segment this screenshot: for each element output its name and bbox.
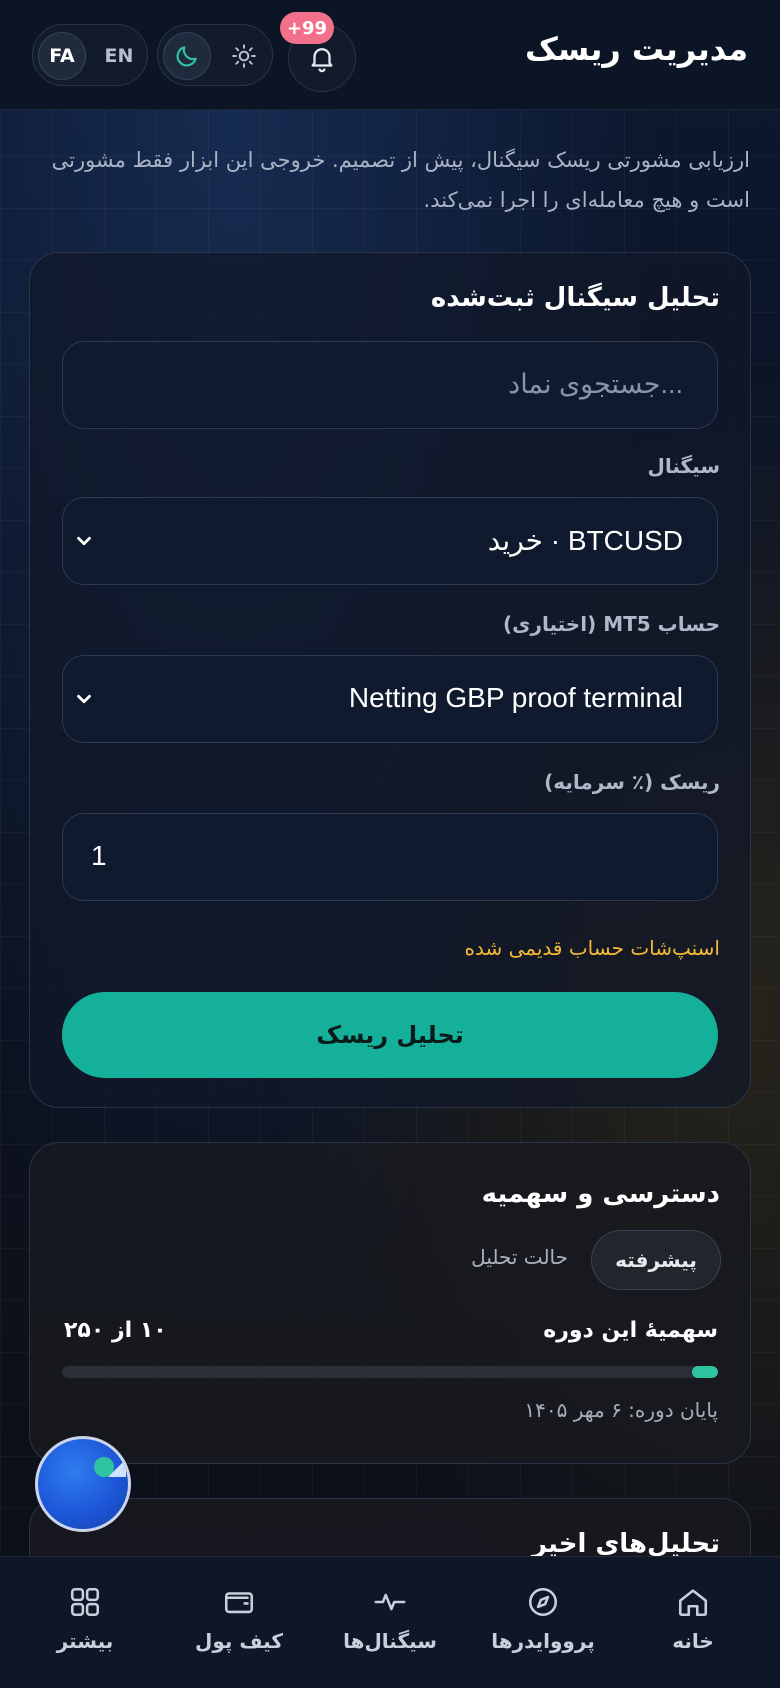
notification-badge: +99 bbox=[280, 12, 334, 44]
nav-home-label: خانه bbox=[672, 1629, 714, 1653]
quota-card-title: دسترسی و سهمیه bbox=[481, 1179, 720, 1209]
signal-select[interactable]: BTCUSD · خرید bbox=[62, 497, 718, 585]
bell-icon bbox=[311, 48, 333, 73]
signal-analysis-card: تحلیل سیگنال ثبت‌شده ...جستجوی نماد BTCU… bbox=[29, 252, 751, 1108]
page-title: مدیریت ریسک bbox=[524, 30, 748, 68]
quota-progress-bar bbox=[62, 1366, 718, 1378]
quota-period-title: سهمیهٔ این دوره bbox=[543, 1318, 718, 1343]
analysis-mode-label: حالت تحلیل bbox=[471, 1245, 568, 1269]
analysis-mode-chip[interactable]: پیشرفته bbox=[591, 1230, 721, 1290]
nav-home[interactable]: خانه bbox=[628, 1585, 758, 1665]
analyze-risk-button[interactable]: تحلیل ریسک bbox=[62, 992, 718, 1078]
nav-providers-label: پرووایدرها bbox=[491, 1629, 595, 1653]
signal-label: سیگنال bbox=[647, 454, 721, 478]
bottom-navigation: خانه پرووایدرها سیگنال‌ها کیف پول بیشتر bbox=[0, 1556, 780, 1688]
wallet-icon bbox=[224, 1592, 254, 1614]
app-header: مدیریت ریسک FA EN +99 bbox=[0, 0, 780, 110]
risk-percent-input[interactable]: 1 bbox=[62, 813, 718, 901]
home-icon bbox=[678, 1589, 708, 1617]
compass-icon bbox=[528, 1587, 558, 1617]
nav-signals[interactable]: سیگنال‌ها bbox=[325, 1585, 455, 1665]
pulse-icon bbox=[374, 1593, 406, 1611]
sun-icon bbox=[232, 44, 256, 68]
risk-input-value: 1 bbox=[91, 840, 107, 871]
language-switcher: FA EN bbox=[32, 24, 148, 86]
fab-corner-mark bbox=[108, 1459, 126, 1477]
symbol-search-input[interactable]: ...جستجوی نماد bbox=[62, 341, 718, 429]
risk-label: ریسک (٪ سرمایه) bbox=[544, 770, 720, 794]
quota-progress-fill bbox=[691, 1366, 718, 1378]
intro-text: ارزیابی مشورتی ریسک سیگنال، پیش از تصمیم… bbox=[51, 148, 750, 212]
chevron-down-icon bbox=[77, 694, 91, 704]
stale-snapshot-warning: اسنپ‌شات حساب قدیمی شده bbox=[464, 936, 720, 960]
quota-value: ۱۰ از ۲۵۰ bbox=[64, 1318, 167, 1343]
account-label: حساب MT5 (اختیاری) bbox=[502, 612, 720, 636]
nav-providers[interactable]: پرووایدرها bbox=[478, 1585, 608, 1665]
nav-more-label: بیشتر bbox=[56, 1629, 114, 1653]
dark-theme-button[interactable] bbox=[163, 32, 211, 80]
light-theme-button[interactable] bbox=[220, 32, 268, 80]
recent-card-title: تحلیل‌های اخیر bbox=[531, 1529, 720, 1559]
account-select-value: Netting GBP proof terminal bbox=[348, 682, 683, 713]
search-placeholder: ...جستجوی نماد bbox=[508, 369, 683, 399]
mt5-account-select[interactable]: Netting GBP proof terminal bbox=[62, 655, 718, 743]
nav-wallet[interactable]: کیف پول bbox=[174, 1585, 304, 1665]
moon-icon bbox=[176, 46, 197, 67]
lang-fa-button[interactable]: FA bbox=[38, 32, 86, 80]
floating-assistant-button[interactable] bbox=[35, 1436, 131, 1532]
theme-switcher bbox=[157, 24, 273, 86]
nav-signals-label: سیگنال‌ها bbox=[343, 1629, 437, 1653]
chevron-down-icon bbox=[77, 536, 91, 546]
signal-select-value: BTCUSD · خرید bbox=[487, 525, 683, 556]
nav-more[interactable]: بیشتر bbox=[20, 1585, 150, 1665]
nav-wallet-label: کیف پول bbox=[195, 1629, 283, 1653]
analysis-card-title: تحلیل سیگنال ثبت‌شده bbox=[430, 283, 720, 313]
lang-en-button[interactable]: EN bbox=[95, 32, 143, 80]
period-end-text: پایان دوره: ۶ مهر ۱۴۰۵ bbox=[524, 1398, 718, 1422]
grid-icon bbox=[70, 1587, 100, 1617]
